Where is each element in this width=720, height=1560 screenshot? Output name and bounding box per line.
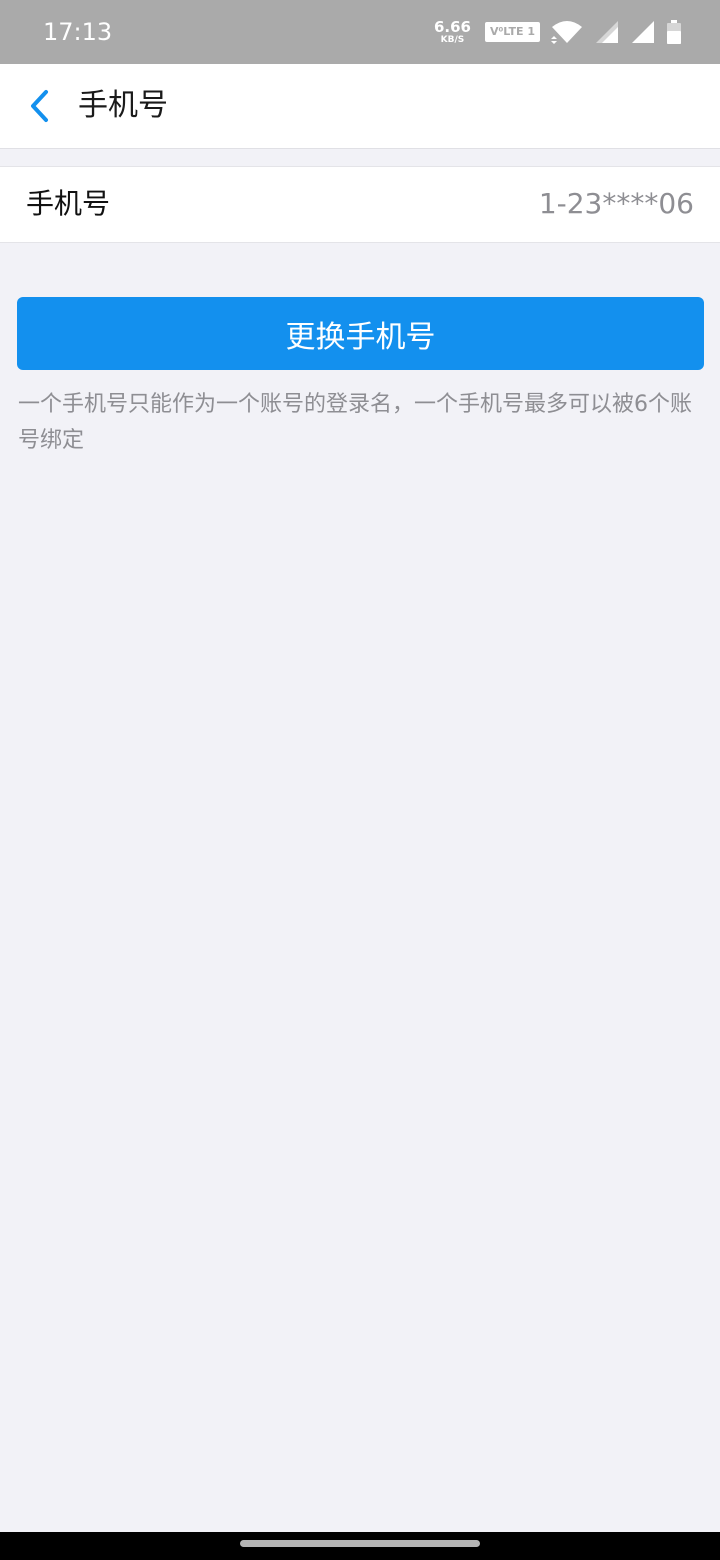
volte-badge: V⁰LTE 1 (484, 22, 540, 42)
network-speed-value: 6.66 (433, 17, 471, 36)
change-phone-button[interactable]: 更换手机号 (17, 297, 704, 370)
signal-icon (596, 21, 618, 43)
chevron-left-icon (31, 90, 48, 122)
phone-number-label: 手机号 (26, 187, 111, 220)
system-nav-bar (0, 1532, 720, 1560)
status-icons: 6.66 KB/S V⁰LTE 1 (434, 14, 682, 50)
phone-number-row: 手机号 1-23****06 (0, 166, 720, 243)
network-speed-unit: KB/S (440, 34, 465, 45)
signal-icon (632, 21, 654, 43)
app-header: 手机号 (0, 64, 720, 149)
wifi-icon (551, 21, 582, 44)
status-time: 17:13 (43, 18, 113, 46)
status-bar: 17:13 6.66 KB/S V⁰LTE 1 (0, 0, 720, 64)
back-button[interactable] (18, 84, 62, 128)
home-gesture-handle[interactable] (240, 1540, 480, 1547)
binding-hint-text: 一个手机号只能作为一个账号的登录名，一个手机号最多可以被6个账号绑定 (18, 392, 692, 453)
battery-icon (667, 20, 681, 44)
network-speed: 6.66 KB/S (433, 17, 471, 45)
page-title: 手机号 (78, 88, 168, 123)
phone-number-value: 1-23****06 (538, 187, 694, 220)
